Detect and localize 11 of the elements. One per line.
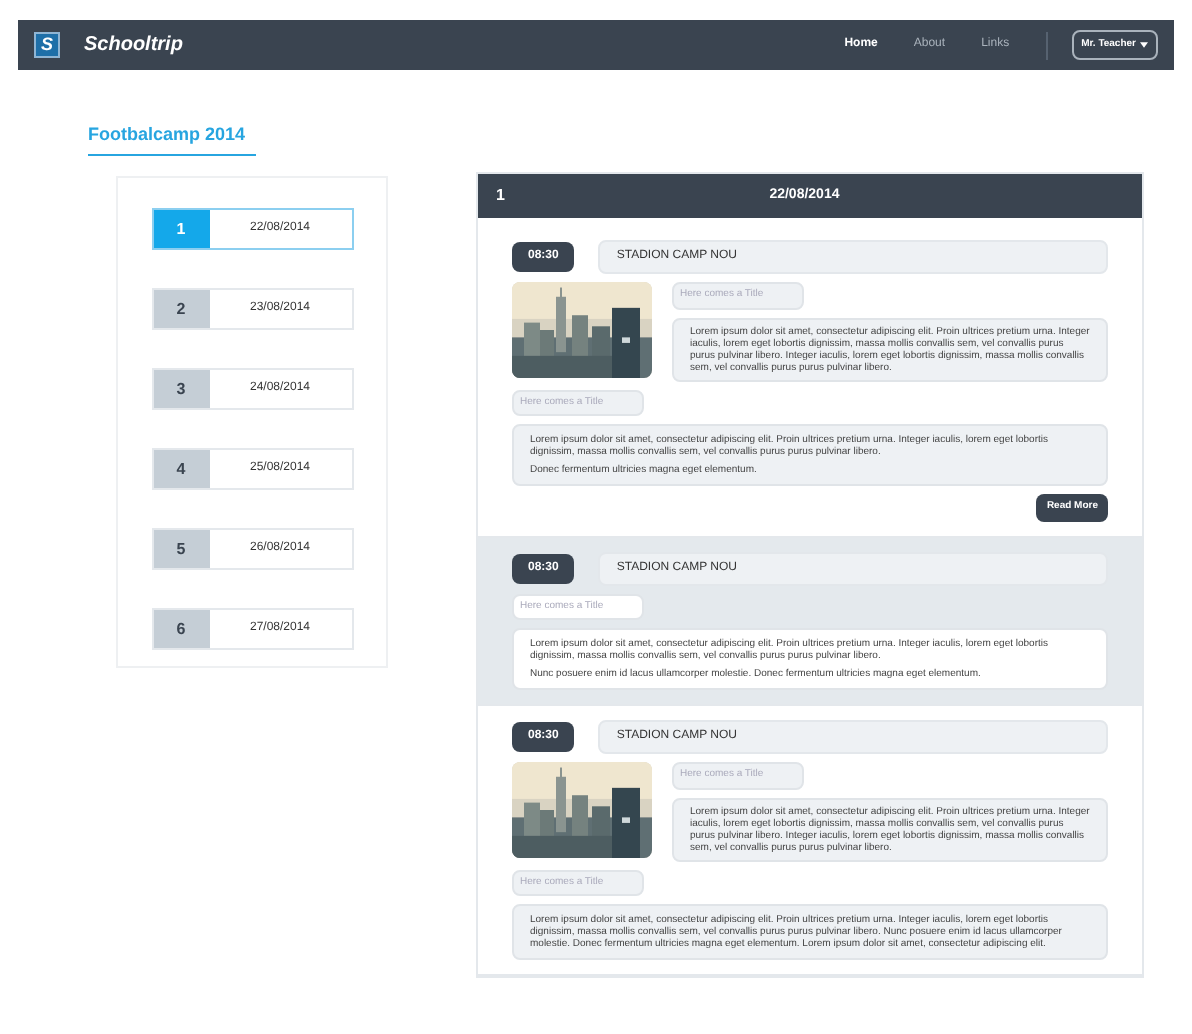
- brand-name: Schooltrip: [84, 32, 183, 60]
- day-number: 1: [496, 184, 505, 208]
- day-number: 6: [153, 610, 209, 648]
- day-number: 1: [153, 210, 209, 248]
- page-title: Footbalcamp 2014: [88, 122, 256, 155]
- caret-icon: [1140, 42, 1148, 48]
- logo: S: [34, 32, 60, 58]
- day-number: 5: [153, 530, 209, 568]
- day-number: 2: [153, 290, 209, 328]
- day-number: 3: [153, 370, 209, 408]
- day-number: 4: [153, 450, 209, 488]
